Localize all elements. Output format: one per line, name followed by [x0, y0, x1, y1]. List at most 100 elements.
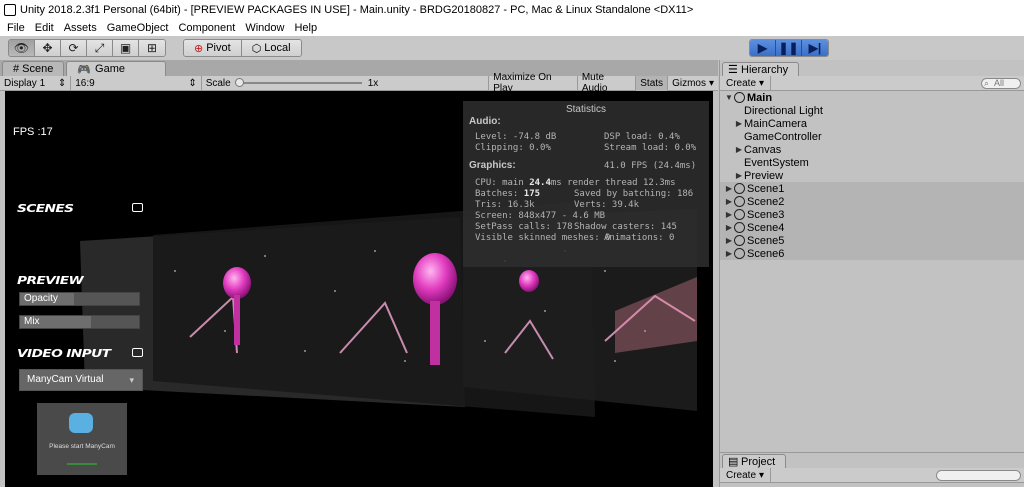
mute-audio-toggle[interactable]: Mute Audio: [578, 72, 637, 94]
hierarchy-scene-label: Scene1: [747, 182, 785, 195]
view-tool-eye-icon[interactable]: 👁: [9, 40, 35, 56]
hierarchy-scene-item[interactable]: ▶ Scene1: [720, 182, 1024, 195]
statistics-overlay: Statistics Audio: Level: -74.8 dB DSP lo…: [463, 101, 709, 267]
hierarchy-scene-item[interactable]: ▶ Scene3: [720, 208, 1024, 221]
search-icon: ⌕: [984, 78, 990, 88]
scene-tab-icon: #: [13, 63, 20, 75]
hierarchy-tree: ▼ Main Directional Light ▶ MainCamera GameCon…: [720, 91, 1024, 260]
skinned-meshes-stat: Visible skinned meshes: 0: [475, 233, 611, 243]
menu-help[interactable]: Help: [289, 22, 322, 34]
local-button[interactable]: ⬡ Local: [241, 40, 301, 56]
hierarchy-item[interactable]: ▶ MainCamera: [720, 117, 1024, 130]
stats-toggle[interactable]: Stats: [636, 75, 669, 91]
create-label: Create: [726, 469, 757, 481]
collapsed-arrow-icon[interactable]: ▶: [734, 145, 744, 154]
tris-stat: Tris: 16.3k: [475, 200, 535, 210]
rotate-tool-icon[interactable]: ⟳: [61, 40, 87, 56]
unity-scene-icon: [734, 196, 745, 207]
gizmos-label: Gizmos: [672, 77, 706, 89]
stream-load: Stream load: 0.0%: [604, 143, 697, 153]
hierarchy-item[interactable]: ▶ Canvas: [720, 143, 1024, 156]
collapsed-arrow-icon[interactable]: ▶: [724, 249, 734, 258]
manycam-link[interactable]: [67, 463, 97, 465]
display-dropdown[interactable]: Display 1 ⇕: [0, 75, 72, 91]
play-controls: ▶ ❚❚ ▶|: [749, 39, 829, 57]
menu-window[interactable]: Window: [240, 22, 289, 34]
collapsed-arrow-icon[interactable]: ▶: [724, 197, 734, 206]
play-button[interactable]: ▶: [750, 40, 776, 56]
window-title: Unity 2018.2.3f1 Personal (64bit) - [PRE…: [20, 3, 694, 16]
collapsed-arrow-icon[interactable]: ▶: [724, 184, 734, 193]
hierarchy-create-button[interactable]: Create ▾: [720, 76, 772, 90]
transform-tool-icon[interactable]: ⊞: [139, 40, 165, 56]
hierarchy-scene-label: Scene6: [747, 247, 785, 260]
tab-scene-label: Scene: [22, 63, 54, 75]
move-tool-icon[interactable]: ✥: [35, 40, 61, 56]
menu-edit[interactable]: Edit: [30, 22, 59, 34]
hierarchy-scene-item[interactable]: ▶ Scene5: [720, 234, 1024, 247]
collapsed-arrow-icon[interactable]: ▶: [734, 119, 744, 128]
pivot-button[interactable]: ⊕ Pivot: [184, 40, 242, 56]
list-icon: ☰: [728, 64, 738, 76]
mix-slider[interactable]: Mix: [19, 315, 140, 329]
hierarchy-item-label: EventSystem: [744, 156, 809, 169]
expanded-arrow-icon[interactable]: ▼: [724, 93, 734, 102]
hierarchy-search-input[interactable]: ⌕ All: [981, 78, 1021, 89]
project-create-button[interactable]: Create ▾: [720, 468, 772, 482]
scenes-expand-icon[interactable]: [132, 203, 143, 212]
hierarchy-scene-item[interactable]: ▶ Scene6: [720, 247, 1024, 260]
project-panel: ▤ Project Create ▾: [719, 452, 1024, 487]
step-button[interactable]: ▶|: [802, 40, 828, 56]
main-toolbar: 👁 ✥ ⟳ ⤢ ▣ ⊞ ⊕ Pivot ⬡ Local ▶ ❚❚ ▶|: [0, 36, 1024, 60]
menu-assets[interactable]: Assets: [59, 22, 102, 34]
chevron-down-icon: ▾: [759, 469, 765, 481]
tab-game[interactable]: 🎮 Game: [66, 61, 167, 76]
scale-slider-thumb[interactable]: [234, 78, 244, 87]
menu-file[interactable]: File: [2, 22, 30, 34]
display-label: Display 1: [4, 77, 46, 89]
menu-component[interactable]: Component: [173, 22, 240, 34]
game-viewport[interactable]: FPS :17 SCENES PREVIEW Opacity Mix VIDEO…: [5, 91, 713, 487]
menu-gameobject[interactable]: GameObject: [102, 22, 174, 34]
hierarchy-scene-item[interactable]: ▶ Scene2: [720, 195, 1024, 208]
hierarchy-item[interactable]: EventSystem: [720, 156, 1024, 169]
video-input-label: VIDEO INPUT: [17, 347, 111, 360]
pivot-icon: ⊕: [194, 42, 204, 55]
tab-scene[interactable]: # Scene: [2, 61, 65, 76]
maximize-on-play-toggle[interactable]: Maximize On Play: [488, 72, 578, 94]
pause-button[interactable]: ❚❚: [776, 40, 802, 56]
hierarchy-item-main[interactable]: ▼ Main: [720, 91, 1024, 104]
graphics-fps: 41.0 FPS (24.4ms): [604, 161, 697, 171]
collapsed-arrow-icon[interactable]: ▶: [724, 223, 734, 232]
rect-tool-icon[interactable]: ▣: [113, 40, 139, 56]
collapsed-arrow-icon[interactable]: ▶: [724, 210, 734, 219]
chevron-down-icon: ▾: [759, 77, 765, 89]
project-search-input[interactable]: [936, 470, 1021, 481]
video-input-expand-icon[interactable]: [132, 348, 143, 357]
scale-slider[interactable]: [234, 78, 362, 87]
folder-icon: ▤: [728, 456, 739, 468]
collapsed-arrow-icon[interactable]: ▶: [724, 236, 734, 245]
hierarchy-scene-label: Scene2: [747, 195, 785, 208]
aspect-dropdown[interactable]: 16:9 ⇕: [71, 75, 202, 91]
pivot-toggles: ⊕ Pivot ⬡ Local: [183, 39, 302, 57]
unity-scene-icon: [734, 248, 745, 259]
gizmos-dropdown[interactable]: Gizmos ▾: [668, 76, 718, 91]
project-toolbar: Create ▾: [720, 468, 1024, 483]
game-panel: # Scene 🎮 Game Display 1 ⇕ 16:9 ⇕ Scale 1x M…: [0, 60, 718, 487]
hierarchy-item[interactable]: ▶ Preview: [720, 169, 1024, 182]
hierarchy-item[interactable]: GameController: [720, 130, 1024, 143]
cpu-stats: CPU: main 24.4ms render thread 12.3ms: [475, 178, 676, 188]
tab-hierarchy[interactable]: ☰ Hierarchy: [722, 62, 800, 76]
tab-project[interactable]: ▤ Project: [722, 454, 787, 468]
pivot-label: Pivot: [206, 42, 231, 54]
hierarchy-item-label: Canvas: [744, 143, 782, 156]
collapsed-arrow-icon[interactable]: ▶: [734, 171, 744, 180]
hierarchy-item[interactable]: Directional Light: [720, 104, 1024, 117]
video-source-dropdown[interactable]: ManyCam Virtual ▾: [19, 369, 143, 391]
scale-tool-icon[interactable]: ⤢: [87, 40, 113, 56]
statistics-title: Statistics: [565, 104, 606, 115]
hierarchy-scene-item[interactable]: ▶ Scene4: [720, 221, 1024, 234]
opacity-slider[interactable]: Opacity: [19, 292, 140, 306]
verts-stat: Verts: 39.4k: [574, 200, 640, 210]
